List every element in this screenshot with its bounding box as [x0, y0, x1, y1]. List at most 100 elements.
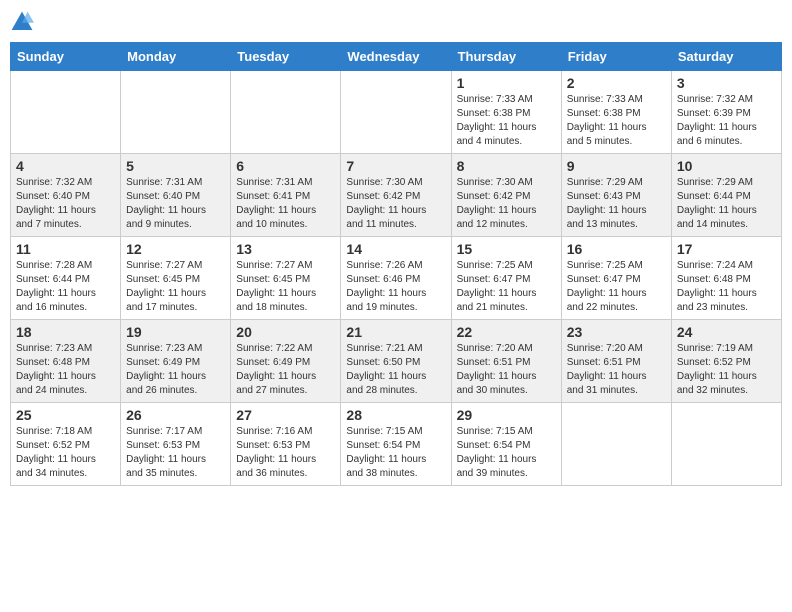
day-header: Thursday — [451, 43, 561, 71]
calendar-cell: 28 Sunrise: 7:15 AM Sunset: 6:54 PM Dayli… — [341, 403, 451, 486]
calendar-cell: 13 Sunrise: 7:27 AM Sunset: 6:45 PM Dayli… — [231, 237, 341, 320]
day-info: Sunrise: 7:32 AM Sunset: 6:39 PM Dayligh… — [677, 94, 757, 147]
day-number: 20 — [236, 324, 335, 340]
day-number: 11 — [16, 241, 115, 257]
calendar-cell: 10Sunrise: 7:29 AM Sunset: 6:44 PM Dayli… — [671, 154, 781, 237]
day-info: Sunrise: 7:27 AM Sunset: 6:45 PM Dayligh… — [126, 260, 206, 313]
week-row: 25 Sunrise: 7:18 AM Sunset: 6:52 PM Dayli… — [11, 403, 782, 486]
calendar-cell: 17 Sunrise: 7:24 AM Sunset: 6:48 PM Dayli… — [671, 237, 781, 320]
calendar-cell: 12 Sunrise: 7:27 AM Sunset: 6:45 PM Dayli… — [121, 237, 231, 320]
calendar-cell: 9 Sunrise: 7:29 AM Sunset: 6:43 PM Daylig… — [561, 154, 671, 237]
day-number: 8 — [457, 158, 556, 174]
logo — [10, 10, 38, 34]
calendar-cell: 29 Sunrise: 7:15 AM Sunset: 6:54 PM Dayli… — [451, 403, 561, 486]
day-number: 5 — [126, 158, 225, 174]
calendar-cell: 7 Sunrise: 7:30 AM Sunset: 6:42 PM Daylig… — [341, 154, 451, 237]
day-info: Sunrise: 7:21 AM Sunset: 6:50 PM Dayligh… — [346, 343, 426, 396]
calendar-cell — [11, 71, 121, 154]
week-row: 4Sunrise: 7:32 AM Sunset: 6:40 PM Daylig… — [11, 154, 782, 237]
calendar-cell: 22 Sunrise: 7:20 AM Sunset: 6:51 PM Dayli… — [451, 320, 561, 403]
day-info: Sunrise: 7:33 AM Sunset: 6:38 PM Dayligh… — [567, 94, 647, 147]
calendar-cell — [341, 71, 451, 154]
calendar-cell — [671, 403, 781, 486]
logo-icon — [10, 10, 34, 34]
day-header: Tuesday — [231, 43, 341, 71]
day-number: 19 — [126, 324, 225, 340]
day-number: 13 — [236, 241, 335, 257]
day-info: Sunrise: 7:33 AM Sunset: 6:38 PM Dayligh… — [457, 94, 537, 147]
calendar-cell: 25 Sunrise: 7:18 AM Sunset: 6:52 PM Dayli… — [11, 403, 121, 486]
day-number: 14 — [346, 241, 445, 257]
day-info: Sunrise: 7:23 AM Sunset: 6:49 PM Dayligh… — [126, 343, 206, 396]
day-number: 10 — [677, 158, 776, 174]
day-info: Sunrise: 7:24 AM Sunset: 6:48 PM Dayligh… — [677, 260, 757, 313]
day-info: Sunrise: 7:15 AM Sunset: 6:54 PM Dayligh… — [457, 426, 537, 479]
day-info: Sunrise: 7:22 AM Sunset: 6:49 PM Dayligh… — [236, 343, 316, 396]
calendar-cell — [121, 71, 231, 154]
calendar-cell: 20 Sunrise: 7:22 AM Sunset: 6:49 PM Dayli… — [231, 320, 341, 403]
day-info: Sunrise: 7:31 AM Sunset: 6:40 PM Dayligh… — [126, 177, 206, 230]
day-number: 1 — [457, 75, 556, 91]
day-number: 2 — [567, 75, 666, 91]
week-row: 18Sunrise: 7:23 AM Sunset: 6:48 PM Dayli… — [11, 320, 782, 403]
day-number: 17 — [677, 241, 776, 257]
calendar-table: SundayMondayTuesdayWednesdayThursdayFrid… — [10, 42, 782, 486]
day-header: Monday — [121, 43, 231, 71]
day-info: Sunrise: 7:27 AM Sunset: 6:45 PM Dayligh… — [236, 260, 316, 313]
day-info: Sunrise: 7:25 AM Sunset: 6:47 PM Dayligh… — [457, 260, 537, 313]
calendar-cell: 23 Sunrise: 7:20 AM Sunset: 6:51 PM Dayli… — [561, 320, 671, 403]
calendar-cell — [231, 71, 341, 154]
day-info: Sunrise: 7:26 AM Sunset: 6:46 PM Dayligh… — [346, 260, 426, 313]
calendar-cell: 24Sunrise: 7:19 AM Sunset: 6:52 PM Dayli… — [671, 320, 781, 403]
day-info: Sunrise: 7:28 AM Sunset: 6:44 PM Dayligh… — [16, 260, 96, 313]
day-number: 7 — [346, 158, 445, 174]
day-number: 15 — [457, 241, 556, 257]
day-info: Sunrise: 7:31 AM Sunset: 6:41 PM Dayligh… — [236, 177, 316, 230]
day-number: 22 — [457, 324, 556, 340]
calendar-cell: 8 Sunrise: 7:30 AM Sunset: 6:42 PM Daylig… — [451, 154, 561, 237]
day-header: Friday — [561, 43, 671, 71]
calendar-cell: 14 Sunrise: 7:26 AM Sunset: 6:46 PM Dayli… — [341, 237, 451, 320]
day-number: 23 — [567, 324, 666, 340]
calendar-cell: 5 Sunrise: 7:31 AM Sunset: 6:40 PM Daylig… — [121, 154, 231, 237]
day-number: 24 — [677, 324, 776, 340]
day-header: Wednesday — [341, 43, 451, 71]
calendar-cell: 26Sunrise: 7:17 AM Sunset: 6:53 PM Dayli… — [121, 403, 231, 486]
day-number: 28 — [346, 407, 445, 423]
day-info: Sunrise: 7:15 AM Sunset: 6:54 PM Dayligh… — [346, 426, 426, 479]
day-info: Sunrise: 7:29 AM Sunset: 6:43 PM Dayligh… — [567, 177, 647, 230]
calendar-cell: 4Sunrise: 7:32 AM Sunset: 6:40 PM Daylig… — [11, 154, 121, 237]
day-info: Sunrise: 7:25 AM Sunset: 6:47 PM Dayligh… — [567, 260, 647, 313]
calendar-cell: 15 Sunrise: 7:25 AM Sunset: 6:47 PM Dayli… — [451, 237, 561, 320]
calendar-cell: 19 Sunrise: 7:23 AM Sunset: 6:49 PM Dayli… — [121, 320, 231, 403]
day-info: Sunrise: 7:30 AM Sunset: 6:42 PM Dayligh… — [346, 177, 426, 230]
calendar-cell: 18Sunrise: 7:23 AM Sunset: 6:48 PM Dayli… — [11, 320, 121, 403]
day-number: 26 — [126, 407, 225, 423]
day-header: Saturday — [671, 43, 781, 71]
day-number: 9 — [567, 158, 666, 174]
day-number: 4 — [16, 158, 115, 174]
day-info: Sunrise: 7:20 AM Sunset: 6:51 PM Dayligh… — [567, 343, 647, 396]
calendar-cell: 6 Sunrise: 7:31 AM Sunset: 6:41 PM Daylig… — [231, 154, 341, 237]
day-header: Sunday — [11, 43, 121, 71]
week-row: 1 Sunrise: 7:33 AM Sunset: 6:38 PM Daylig… — [11, 71, 782, 154]
day-number: 6 — [236, 158, 335, 174]
calendar-cell: 21 Sunrise: 7:21 AM Sunset: 6:50 PM Dayli… — [341, 320, 451, 403]
day-number: 18 — [16, 324, 115, 340]
calendar-cell: 2 Sunrise: 7:33 AM Sunset: 6:38 PM Daylig… — [561, 71, 671, 154]
header-row: SundayMondayTuesdayWednesdayThursdayFrid… — [11, 43, 782, 71]
day-number: 21 — [346, 324, 445, 340]
week-row: 11 Sunrise: 7:28 AM Sunset: 6:44 PM Dayli… — [11, 237, 782, 320]
day-number: 3 — [677, 75, 776, 91]
calendar-cell: 3 Sunrise: 7:32 AM Sunset: 6:39 PM Daylig… — [671, 71, 781, 154]
calendar-cell: 11 Sunrise: 7:28 AM Sunset: 6:44 PM Dayli… — [11, 237, 121, 320]
day-info: Sunrise: 7:20 AM Sunset: 6:51 PM Dayligh… — [457, 343, 537, 396]
day-number: 29 — [457, 407, 556, 423]
header — [10, 10, 782, 34]
calendar-cell: 1 Sunrise: 7:33 AM Sunset: 6:38 PM Daylig… — [451, 71, 561, 154]
day-info: Sunrise: 7:18 AM Sunset: 6:52 PM Dayligh… — [16, 426, 96, 479]
day-number: 12 — [126, 241, 225, 257]
day-info: Sunrise: 7:30 AM Sunset: 6:42 PM Dayligh… — [457, 177, 537, 230]
day-number: 25 — [16, 407, 115, 423]
calendar-cell: 27Sunrise: 7:16 AM Sunset: 6:53 PM Dayli… — [231, 403, 341, 486]
